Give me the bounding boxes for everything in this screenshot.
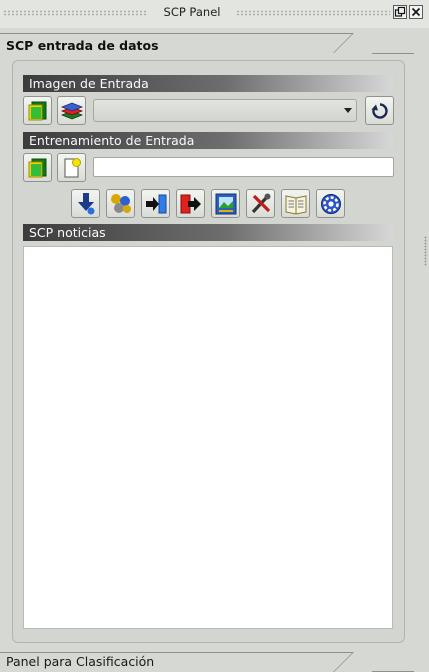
scrollbar-handle[interactable] bbox=[424, 236, 427, 266]
book-icon bbox=[285, 194, 306, 215]
tools-button[interactable] bbox=[246, 189, 275, 218]
open-image-button[interactable] bbox=[23, 96, 52, 125]
news-text-area[interactable] bbox=[23, 246, 393, 629]
screenshot-button[interactable] bbox=[211, 189, 240, 218]
input-image-select[interactable] bbox=[93, 99, 357, 122]
download-icon bbox=[77, 192, 94, 214]
tab-bottom-border bbox=[0, 652, 353, 653]
layers-button[interactable] bbox=[57, 96, 86, 125]
tab-baseline bbox=[372, 53, 414, 54]
section-header-training: Entrenamiento de Entrada bbox=[23, 132, 393, 149]
export-icon bbox=[180, 194, 201, 213]
tab-bottom-label: Panel para Clasificación bbox=[6, 654, 155, 669]
training-file-input[interactable] bbox=[93, 157, 394, 177]
close-icon bbox=[411, 7, 421, 17]
plugins-button[interactable] bbox=[106, 189, 135, 218]
tab-panel-clasificacion[interactable]: Panel para Clasificación bbox=[0, 648, 429, 672]
open-file-icon bbox=[28, 101, 46, 120]
tab-top-border bbox=[0, 33, 353, 34]
section-header-news: SCP noticias bbox=[23, 224, 393, 241]
tab-scp-entrada[interactable]: SCP entrada de datos bbox=[0, 28, 429, 54]
settings-icon bbox=[320, 193, 341, 214]
plugins-icon bbox=[110, 193, 131, 213]
import-icon bbox=[145, 194, 166, 213]
chevron-down-icon bbox=[344, 108, 352, 113]
manual-button[interactable] bbox=[281, 189, 310, 218]
tools-icon bbox=[251, 193, 270, 213]
tab-bottom-slant bbox=[333, 652, 373, 672]
new-file-icon bbox=[64, 157, 81, 177]
close-button[interactable] bbox=[409, 5, 423, 19]
section-header-input-image: Imagen de Entrada bbox=[23, 75, 393, 92]
float-icon bbox=[394, 6, 406, 17]
export-button[interactable] bbox=[176, 189, 205, 218]
panel-title-bar[interactable]: SCP Panel bbox=[0, 0, 429, 28]
title-grip-right[interactable] bbox=[236, 10, 390, 16]
refresh-icon bbox=[371, 102, 388, 119]
new-training-button[interactable] bbox=[57, 153, 86, 182]
layers-icon bbox=[60, 102, 83, 119]
float-button[interactable] bbox=[393, 5, 407, 19]
refresh-button[interactable] bbox=[365, 96, 394, 125]
settings-button[interactable] bbox=[316, 189, 345, 218]
tab-slant bbox=[333, 33, 373, 53]
panel-title: SCP Panel bbox=[163, 5, 221, 19]
open-file-icon bbox=[28, 158, 46, 177]
tab-label: SCP entrada de datos bbox=[6, 38, 159, 53]
screenshot-icon bbox=[215, 193, 236, 214]
import-button[interactable] bbox=[141, 189, 170, 218]
open-training-button[interactable] bbox=[23, 153, 52, 182]
download-button[interactable] bbox=[71, 189, 100, 218]
title-grip-left[interactable] bbox=[3, 10, 148, 16]
